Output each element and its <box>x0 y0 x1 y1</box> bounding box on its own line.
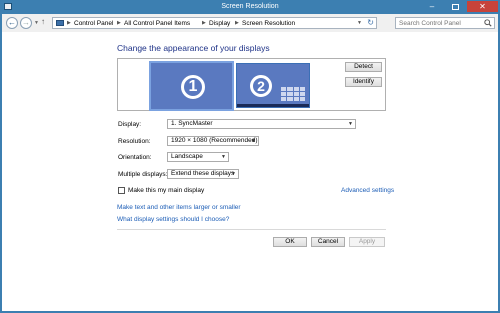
search-icon[interactable] <box>484 19 492 27</box>
close-button[interactable]: ✕ <box>467 1 498 12</box>
address-box[interactable]: ▶ Control Panel ▶ All Control Panel Item… <box>52 17 377 29</box>
monitor-2[interactable]: 2 <box>236 63 310 108</box>
address-bar-row: ← → ▼ ↑ ▶ Control Panel ▶ All Control Pa… <box>2 14 498 32</box>
maximize-button[interactable] <box>444 1 466 12</box>
chevron-down-icon: ▼ <box>348 121 353 127</box>
resolution-label: Resolution: <box>118 138 151 145</box>
minimize-button[interactable]: – <box>421 1 443 12</box>
orientation-label: Orientation: <box>118 154 152 161</box>
divider <box>117 229 386 230</box>
control-panel-icon <box>56 20 64 26</box>
breadcrumb-separator[interactable]: ▶ <box>202 20 206 26</box>
search-box[interactable] <box>395 17 495 29</box>
breadcrumb-separator[interactable]: ▶ <box>117 20 121 26</box>
title-bar: Screen Resolution – ✕ <box>0 0 500 14</box>
multiple-displays-value: Extend these displays <box>171 170 235 177</box>
recent-pages-dropdown[interactable]: ▼ <box>34 20 39 26</box>
multiple-displays-select[interactable]: Extend these displays ▼ <box>167 169 239 179</box>
resolution-value: 1920 × 1080 (Recommended) <box>171 137 258 144</box>
display-select[interactable]: 1. SyncMaster ▼ <box>167 119 356 129</box>
orientation-value: Landscape <box>171 153 203 160</box>
page-title: Change the appearance of your displays <box>117 43 270 53</box>
main-display-checkbox[interactable] <box>118 187 125 194</box>
up-arrow-icon[interactable]: ↑ <box>41 17 45 26</box>
breadcrumb-separator[interactable]: ▶ <box>67 20 71 26</box>
main-display-label[interactable]: Make this my main display <box>128 187 204 194</box>
breadcrumb-separator[interactable]: ▶ <box>235 20 239 26</box>
search-input[interactable] <box>399 19 481 28</box>
breadcrumb-all-items[interactable]: All Control Panel Items <box>124 20 190 27</box>
monitor-number: 1 <box>181 75 205 99</box>
display-value: 1. SyncMaster <box>171 120 213 127</box>
multiple-displays-label: Multiple displays: <box>118 171 168 178</box>
resolution-select[interactable]: 1920 × 1080 (Recommended) ▼ <box>167 136 259 146</box>
chevron-down-icon: ▼ <box>251 138 256 144</box>
identify-button[interactable]: Identify <box>345 77 382 87</box>
taskbar <box>237 104 309 107</box>
apply-button[interactable]: Apply <box>349 237 385 247</box>
start-screen-tiles-icon <box>281 87 305 101</box>
orientation-select[interactable]: Landscape ▼ <box>167 152 229 162</box>
monitor-1[interactable]: 1 <box>149 61 234 111</box>
forward-button[interactable]: → <box>20 17 32 29</box>
back-button[interactable]: ← <box>6 17 18 29</box>
display-label: Display: <box>118 121 142 128</box>
display-settings-help-link[interactable]: What display settings should I choose? <box>117 216 229 223</box>
chevron-down-icon: ▼ <box>231 171 236 177</box>
breadcrumb-display[interactable]: Display <box>209 20 230 27</box>
monitor-number: 2 <box>250 75 272 97</box>
ok-button[interactable]: OK <box>273 237 307 247</box>
chevron-down-icon[interactable]: ▼ <box>357 20 362 26</box>
window-border-left <box>0 14 2 313</box>
breadcrumb-screen-resolution[interactable]: Screen Resolution <box>242 20 295 27</box>
refresh-icon[interactable]: ↻ <box>367 18 374 27</box>
text-size-link[interactable]: Make text and other items larger or smal… <box>117 204 241 211</box>
advanced-settings-link[interactable]: Advanced settings <box>341 187 394 194</box>
breadcrumb-control-panel[interactable]: Control Panel <box>74 20 113 27</box>
chevron-down-icon: ▼ <box>221 154 226 160</box>
detect-button[interactable]: Detect <box>345 62 382 72</box>
cancel-button[interactable]: Cancel <box>311 237 345 247</box>
maximize-icon <box>451 3 459 10</box>
